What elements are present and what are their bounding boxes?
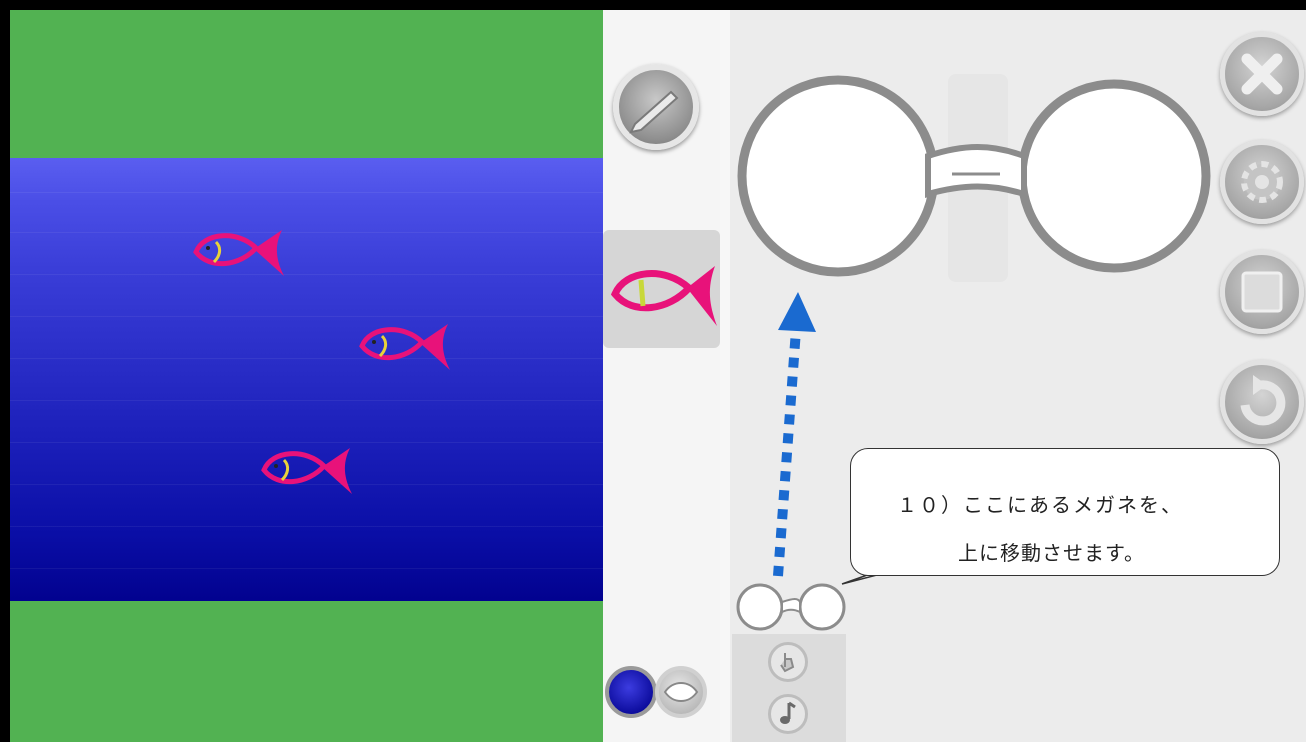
app-frame: １０）ここにあるメガネを、 上に移動させます。	[0, 0, 1306, 742]
hand-tap-icon	[780, 653, 795, 673]
gear-icon	[1241, 161, 1283, 203]
music-note-icon	[780, 701, 796, 724]
fish-sprite[interactable]	[356, 316, 452, 374]
water-background	[10, 158, 603, 601]
stage	[10, 10, 603, 742]
selected-sprite-thumbnail[interactable]	[603, 230, 720, 348]
undo-icon	[1240, 375, 1286, 426]
blue-background-icon[interactable]	[605, 666, 657, 718]
close-button[interactable]	[1220, 32, 1304, 116]
fish-sprite[interactable]	[258, 440, 354, 498]
callout-line-2: 上に移動させます。	[958, 541, 1145, 565]
palette-strip	[720, 10, 730, 742]
pencil-icon	[629, 90, 679, 134]
undo-button[interactable]	[1220, 360, 1304, 444]
pencil-button[interactable]	[613, 64, 699, 150]
fish-sprite[interactable]	[190, 222, 286, 280]
move-arrow	[773, 292, 816, 577]
hand-tap-block[interactable]	[732, 636, 846, 688]
close-icon	[1241, 53, 1283, 95]
glasses-icon[interactable]	[734, 66, 1214, 286]
glasses-block-icon[interactable]	[732, 582, 850, 632]
pattern-background-icon[interactable]	[655, 666, 707, 718]
stop-button[interactable]	[1220, 250, 1304, 334]
music-note-block[interactable]	[732, 688, 846, 740]
square-icon	[1241, 271, 1283, 313]
settings-button[interactable]	[1220, 140, 1304, 224]
fish-icon	[610, 266, 717, 326]
callout-line-1: １０）ここにあるメガネを、	[897, 493, 1183, 517]
sprite-panel	[603, 10, 720, 742]
callout-bubble: １０）ここにあるメガネを、 上に移動させます。	[850, 448, 1280, 576]
